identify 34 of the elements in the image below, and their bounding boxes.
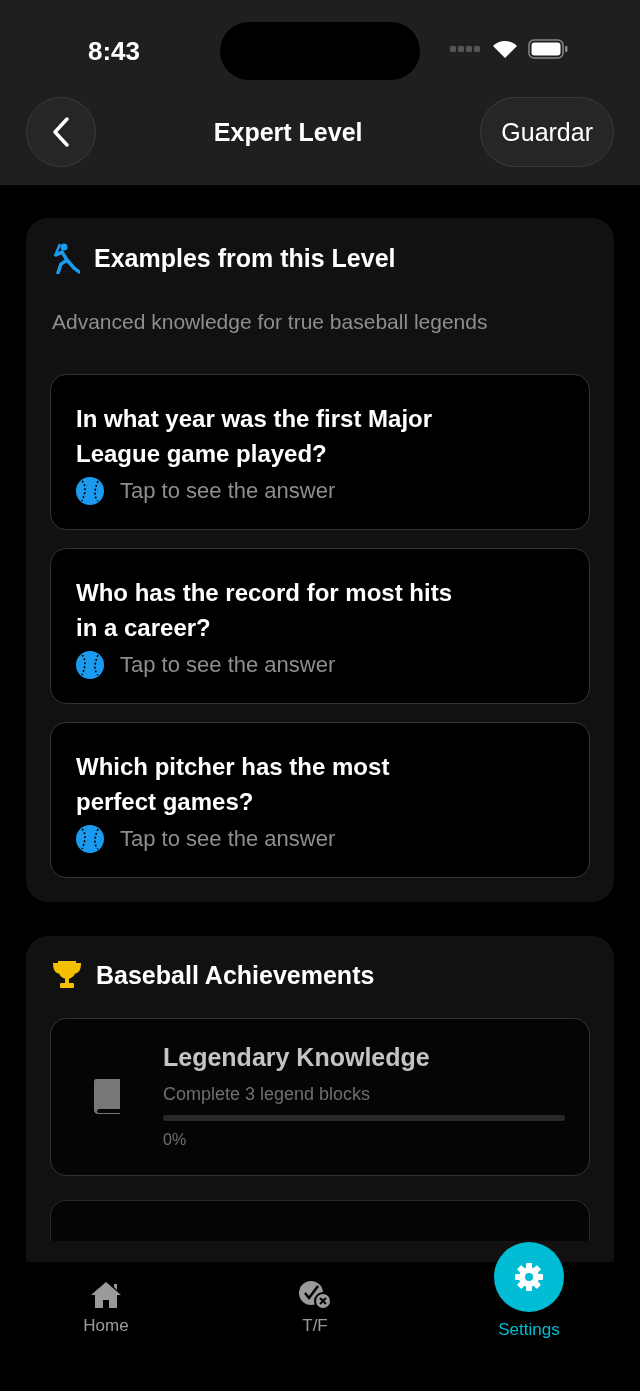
hint-text: Tap to see the answer [120, 826, 336, 852]
baseball-icon [76, 825, 104, 853]
hint-text: Tap to see the answer [120, 652, 336, 678]
tab-item[interactable]: Settings [418, 1242, 640, 1391]
batter-icon [52, 242, 80, 274]
back-icon [51, 116, 71, 148]
trophy-icon [52, 960, 82, 990]
question-text: In what year was the first Major League game played? [76, 404, 434, 469]
check-cross-icon [298, 1280, 332, 1310]
settings-icon [514, 1262, 544, 1292]
achievement-title: Legendary Knowledge [163, 1043, 431, 1072]
status-time: 8:43 [88, 35, 141, 67]
question-text: Who has the record for most hits in a career? [76, 578, 454, 643]
wifi-icon [492, 39, 518, 59]
section-title: Examples from this Level [94, 243, 396, 273]
hint-text: Tap to see the answer [120, 478, 336, 504]
home-icon [89, 1280, 123, 1310]
achievement-description: Complete 3 legend blocks [163, 1084, 372, 1105]
section-subtitle: Advanced knowledge for true baseball legends [52, 310, 489, 334]
baseball-icon [76, 477, 104, 505]
book-icon [92, 1077, 122, 1115]
save-button[interactable]: Guardar [480, 97, 614, 167]
battery-icon [528, 39, 568, 59]
tab-item[interactable]: T/F [212, 1262, 418, 1391]
baseball-icon [76, 651, 104, 679]
question-card[interactable]: Who has the record for most hits in a career? Tap to see the answer [50, 548, 590, 704]
screen-title: Expert Level [213, 117, 363, 147]
signal-icon [450, 46, 482, 52]
tab-item[interactable]: Home [0, 1262, 212, 1391]
section-title: Baseball Achievements [96, 960, 375, 990]
question-text: Which pitcher has the most perfect games? [76, 752, 391, 817]
progress-percent: 0% [163, 1131, 188, 1149]
question-card[interactable]: In what year was the first Major League game played? Tap to see the answer [50, 374, 590, 530]
question-card[interactable]: Which pitcher has the most perfect games? Tap to see the answer [50, 722, 590, 878]
